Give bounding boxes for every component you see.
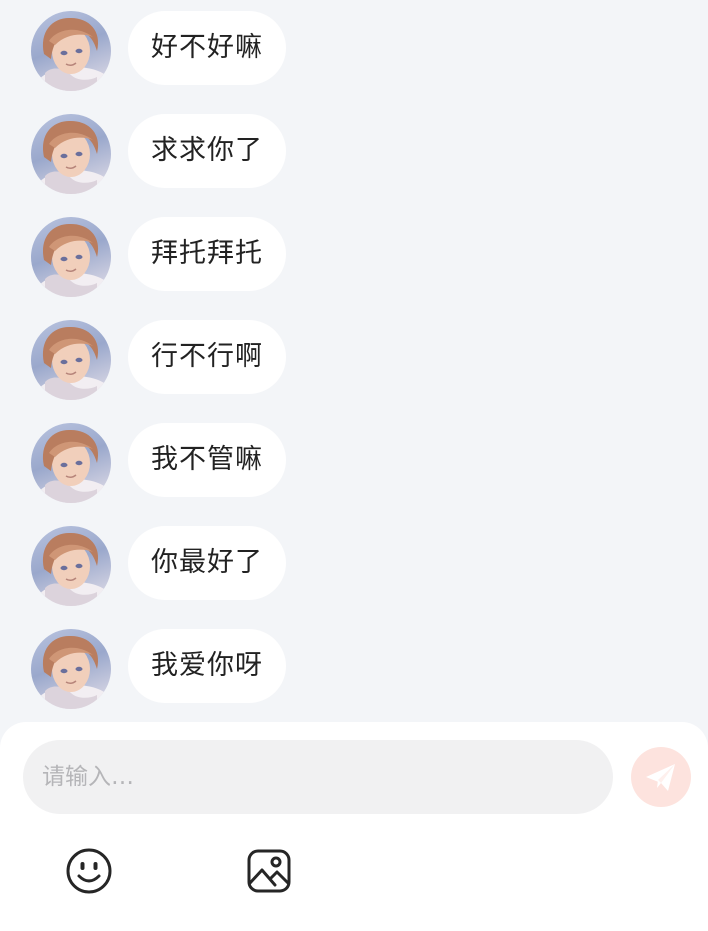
message-bubble[interactable]: 我爱你呀 [128,629,286,703]
message-bubble[interactable]: 拜托拜托 [128,217,286,291]
avatar[interactable] [31,423,111,503]
chat-message-list[interactable]: 好不好嘛 求求你了 拜托拜托 行不行啊 我不管嘛 你最好了 我爱你呀 [0,0,708,725]
composer-panel [0,722,708,931]
message-bubble[interactable]: 你最好了 [128,526,286,600]
chat-message: 我爱你呀 [0,618,708,709]
message-bubble[interactable]: 我不管嘛 [128,423,286,497]
avatar[interactable] [31,217,111,297]
chat-message: 行不行啊 [0,309,708,400]
avatar[interactable] [31,11,111,91]
send-button[interactable] [631,747,691,807]
avatar[interactable] [31,629,111,709]
avatar[interactable] [31,526,111,606]
message-bubble[interactable]: 行不行啊 [128,320,286,394]
chat-message: 求求你了 [0,103,708,194]
avatar[interactable] [31,320,111,400]
smiley-face-icon [66,848,112,894]
image-button[interactable] [245,847,293,895]
image-icon [247,849,291,893]
message-input[interactable] [23,740,613,814]
chat-message: 我不管嘛 [0,412,708,503]
chat-message: 你最好了 [0,515,708,606]
paper-plane-icon [646,764,675,791]
emoji-button[interactable] [65,847,113,895]
message-input-box[interactable] [23,740,613,814]
chat-message: 好不好嘛 [0,0,708,91]
chat-message: 拜托拜托 [0,206,708,297]
message-bubble[interactable]: 好不好嘛 [128,11,286,85]
message-bubble[interactable]: 求求你了 [128,114,286,188]
avatar[interactable] [31,114,111,194]
